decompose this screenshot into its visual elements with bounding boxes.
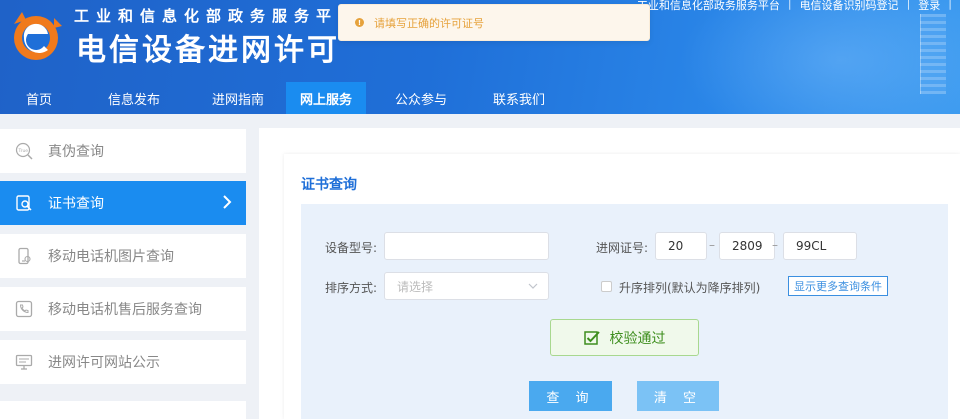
sidebar-item-label: 移动电话机图片查询 — [48, 249, 174, 265]
true-badge-icon: True — [14, 141, 34, 161]
device-model-input[interactable] — [384, 232, 549, 260]
main-nav: 首页 信息发布 进网指南 网上服务 公众参与 联系我们 — [0, 82, 562, 114]
toast-message: 请填写正确的许可证号 — [374, 16, 484, 30]
dash-separator: – — [709, 238, 715, 252]
ascending-label: 升序排列(默认为降序排列) — [619, 281, 761, 295]
top-link-login[interactable]: 登录 — [910, 0, 948, 13]
nav-guide[interactable]: 进网指南 — [190, 82, 286, 114]
sort-label: 排序方式: — [325, 281, 378, 295]
certificate-search-icon — [14, 193, 34, 213]
nav-online-service[interactable]: 网上服务 — [286, 82, 366, 114]
top-links: 工业和信息化部政务服务平台 | 电信设备识别码登记 | 登录 | — [629, 0, 952, 13]
sidebar-item-phone-images[interactable]: 移动电话机图片查询 — [0, 234, 246, 278]
device-model-label: 设备型号: — [325, 241, 378, 255]
ascending-checkbox[interactable] — [601, 281, 612, 292]
chevron-down-icon — [528, 283, 538, 289]
phone-service-icon — [14, 299, 34, 319]
sidebar-item-phone-service[interactable]: 移动电话机售后服务查询 — [0, 287, 246, 331]
more-conditions-button[interactable]: 显示更多查询条件 — [788, 276, 888, 296]
sidebar-item-label: 移动电话机售后服务查询 — [48, 302, 202, 318]
verify-status-badge: 校验通过 — [550, 319, 699, 356]
clear-button[interactable]: 清 空 — [637, 381, 719, 411]
nav-info-release[interactable]: 信息发布 — [78, 82, 190, 114]
sidebar-item-label: 进网许可网站公示 — [48, 355, 160, 371]
dash-separator: – — [772, 238, 778, 252]
top-link-imei[interactable]: 电信设备识别码登记 — [792, 0, 907, 13]
site-logo-icon[interactable] — [4, 4, 68, 68]
svg-text:True: True — [18, 148, 29, 154]
top-link-platform[interactable]: 工业和信息化部政务服务平台 — [629, 0, 788, 13]
verify-status-text: 校验通过 — [609, 330, 666, 347]
license-part-2-input[interactable]: 2809 — [719, 232, 775, 260]
check-box-icon — [583, 330, 600, 345]
chevron-right-icon — [223, 195, 232, 209]
license-part-3-input[interactable]: 99CL — [783, 232, 857, 260]
sort-select[interactable]: 请选择 — [384, 272, 549, 300]
phone-image-icon — [14, 246, 34, 266]
nav-contact[interactable]: 联系我们 — [476, 82, 562, 114]
sidebar-item-partial — [0, 401, 246, 419]
nav-home[interactable]: 首页 — [0, 82, 78, 114]
sidebar-item-website-notice[interactable]: 进网许可网站公示 — [0, 340, 246, 384]
website-notice-icon — [14, 352, 34, 372]
license-part-1-input[interactable]: 20 — [655, 232, 707, 260]
sidebar-item-label: 真伪查询 — [48, 144, 104, 160]
app-title: 电信设备进网许可 — [76, 33, 340, 68]
sidebar-item-certificate[interactable]: 证书查询 — [0, 181, 246, 225]
warning-toast: ! 请填写正确的许可证号 — [338, 4, 650, 41]
sort-placeholder: 请选择 — [397, 279, 434, 294]
license-number-label: 进网证号: — [596, 241, 649, 255]
page-title: 证书查询 — [301, 177, 357, 193]
sidebar-item-authenticity[interactable]: True 真伪查询 — [0, 129, 246, 173]
sidebar-item-label: 证书查询 — [48, 196, 104, 212]
site-name: 工业和信息化部政务服务平台 — [74, 7, 361, 25]
query-button[interactable]: 查 询 — [529, 381, 612, 411]
nav-public-participation[interactable]: 公众参与 — [366, 82, 476, 114]
warning-icon: ! — [355, 18, 364, 27]
